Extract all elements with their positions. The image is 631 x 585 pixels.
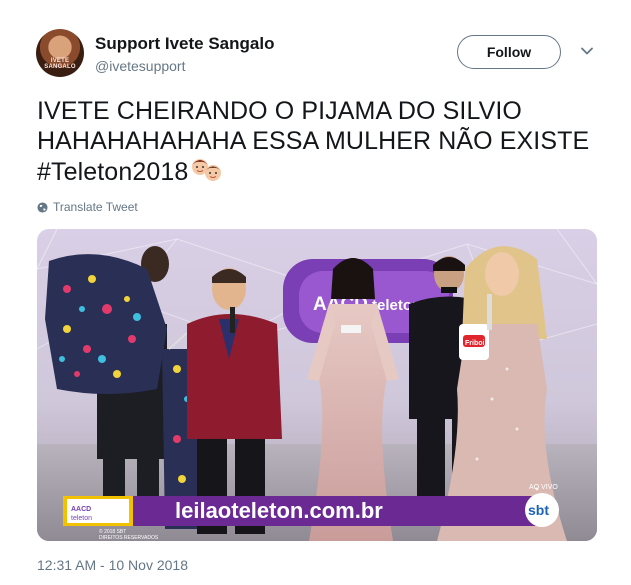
live-label: AO VIVO (529, 484, 558, 491)
channel-logo: sbt (525, 493, 559, 527)
hashtag-link[interactable]: #Teleton2018 (37, 158, 188, 186)
small-print-2: DIREITOS RESERVADOS (99, 535, 159, 541)
tweet-text: IVETE CHEIRANDO O PIJAMA DO SILVIO HAHAH… (37, 96, 617, 187)
sponsor-label: Friboi (465, 340, 484, 347)
author-display-name[interactable]: Support Ivete Sangalo (95, 34, 274, 54)
channel-logo-text: sbt (528, 502, 549, 518)
small-print: © 2018 SBT (99, 528, 126, 535)
avatar[interactable]: IVETE SANGALO (36, 29, 84, 77)
lower-third-logo-sub: teleton (71, 515, 92, 522)
follow-button[interactable]: Follow (457, 35, 561, 69)
author-handle[interactable]: @ivetesupport (95, 58, 185, 74)
translate-label: Translate Tweet (53, 200, 138, 214)
tv-broadcast-still: AACD teleton (37, 229, 597, 541)
tweet-line-3: #Teleton2018 (37, 156, 617, 187)
tweet-line-2: HAHAHAHAHAHA ESSA MULHER NÃO EXISTE (37, 127, 590, 155)
avatar-caption: IVETE SANGALO (44, 58, 76, 70)
lower-third-url: leilaoteleton.com.br (175, 498, 383, 523)
chevron-down-icon[interactable] (580, 44, 594, 58)
translate-tweet-link[interactable]: Translate Tweet (37, 200, 138, 214)
tweet-media-image[interactable]: AACD teleton (37, 229, 597, 541)
globe-icon (37, 201, 48, 213)
lower-third-logo: AACD (71, 506, 91, 513)
lower-third-banner: AACD teleton leilaoteleton.com.br (63, 496, 539, 526)
tweet-timestamp[interactable]: 12:31 AM - 10 Nov 2018 (37, 557, 188, 573)
tweet-line-1: IVETE CHEIRANDO O PIJAMA DO SILVIO (37, 97, 522, 125)
two-faces-emoji-icon (192, 159, 222, 181)
